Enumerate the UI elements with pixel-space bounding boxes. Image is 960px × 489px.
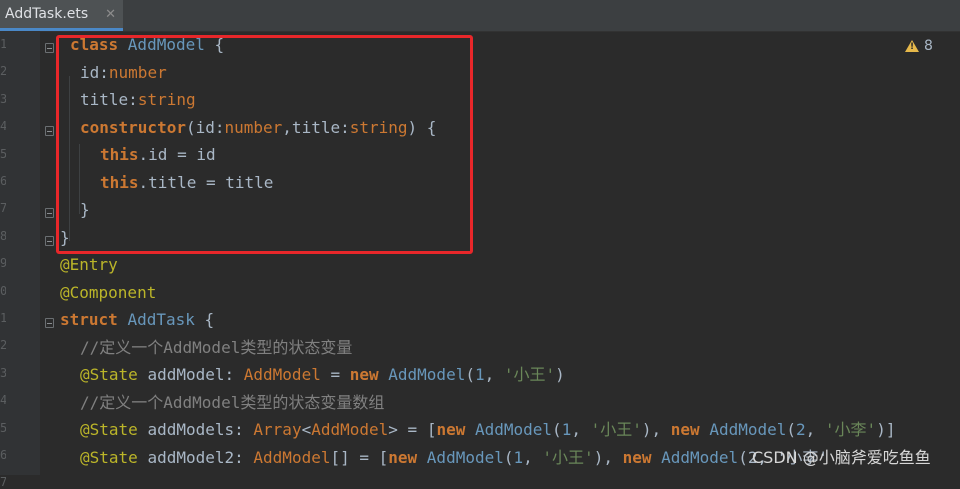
fold-marker-icon[interactable] [45,126,54,136]
code-token: AddModel [243,365,321,384]
line-number: 4 [0,119,6,134]
line-number: 0 [0,283,6,298]
code-token: AddTask [127,310,205,329]
inspection-warnings[interactable]: ! 8 [905,38,933,54]
code-token: , [805,420,825,439]
code-token: //定义一个AddModel类型的状态变量数组 [80,393,385,412]
code-token: new [436,420,475,439]
code-token: )] [876,420,896,439]
editor-tab-bar: AddTask.ets ✕ [0,0,960,32]
code-token: < [301,420,312,439]
line-number: 7 [0,475,6,489]
code-token: = [320,365,350,384]
fold-marker-icon[interactable] [45,208,54,218]
code-token: > = [ [388,420,437,439]
code-line: @State addModel: AddModel = new AddModel… [80,365,565,385]
code-token: addModel: [147,365,244,384]
line-number: 6 [0,174,6,188]
code-token: 1 [474,365,485,384]
code-token: '小王' [542,448,594,467]
code-line: @State addModel2: AddModel[] = [new AddM… [80,448,828,468]
code-token: ( [503,448,514,467]
code-token: addModel2: [147,448,254,467]
code-token: '小王' [503,365,556,384]
code-token: new [349,365,389,384]
code-token: AddModel [661,448,739,467]
code-line: @Entry [60,255,118,275]
code-token: ( [465,365,475,384]
line-number: 6 [0,448,6,462]
code-token: AddModel [311,420,389,439]
close-tab-icon[interactable]: ✕ [105,7,116,22]
line-number: 1 [0,311,6,325]
code-token: AddModel [388,365,466,384]
code-token: new [622,448,662,467]
watermark: CSDN @小脑斧爱吃鱼鱼 [752,448,931,467]
line-number: 3 [0,91,6,106]
code-token: @State [80,365,148,384]
code-token: struct [60,310,128,329]
line-number: 3 [0,365,6,380]
line-number: 8 [0,228,6,243]
code-token: ( [552,420,562,439]
line-number: 1 [0,37,6,51]
code-line: //定义一个AddModel类型的状态变量数组 [80,393,384,413]
line-number: 2 [0,338,6,353]
code-token: '小李' [824,420,877,439]
code-line: //定义一个AddModel类型的状态变量 [80,338,352,358]
code-token: ) [555,365,565,384]
code-token: '小王' [590,420,642,439]
code-token: , [484,365,504,384]
code-token: , [571,420,591,439]
line-number: 5 [0,146,6,161]
fold-marker-icon[interactable] [45,236,54,246]
code-token: { [204,310,215,329]
code-token: [] = [ [330,448,389,467]
code-token: //定义一个AddModel类型的状态变量 [80,338,353,357]
line-number-gutter: 1 2 3 4 5 6 7 8 9 0 1 2 3 4 5 6 7 [0,32,40,489]
code-token: @Component [60,283,157,302]
code-token: new [388,448,427,467]
code-token: Array [253,420,302,439]
warning-icon: ! [905,40,919,52]
code-line: struct AddTask { [60,310,214,330]
code-line: @Component [60,283,156,303]
code-token: AddModel [253,448,331,467]
code-token: ), [641,420,671,439]
tab-addtask-ets[interactable]: AddTask.ets ✕ [0,0,123,31]
line-number: 5 [0,420,6,435]
code-token: AddModel [474,420,553,439]
code-token: , [523,448,543,467]
fold-marker-icon[interactable] [45,43,54,53]
code-token: AddModel [709,420,787,439]
code-token: ( [786,420,797,439]
warning-count: 8 [924,38,933,54]
code-token: addModels: [147,420,254,439]
code-editor[interactable]: 12345678901234567 class AddModel {id:num… [0,32,960,489]
code-token: ), [593,448,623,467]
highlight-box [56,35,473,254]
code-token: @Entry [60,255,118,274]
code-line: @State addModels: Array<AddModel> = [new… [80,420,895,440]
code-token: @State [80,420,148,439]
code-token: @State [80,448,148,467]
line-number: 9 [0,256,6,271]
code-token: 2 [796,420,806,439]
line-number: 4 [0,393,6,408]
code-token: 1 [513,448,524,467]
tab-filename: AddTask.ets [5,6,89,22]
line-number: 2 [0,64,6,79]
code-token: new [670,420,710,439]
code-token: 1 [561,420,572,439]
fold-marker-icon[interactable] [45,318,54,328]
line-number: 7 [0,201,6,216]
code-token: AddModel [426,448,504,467]
